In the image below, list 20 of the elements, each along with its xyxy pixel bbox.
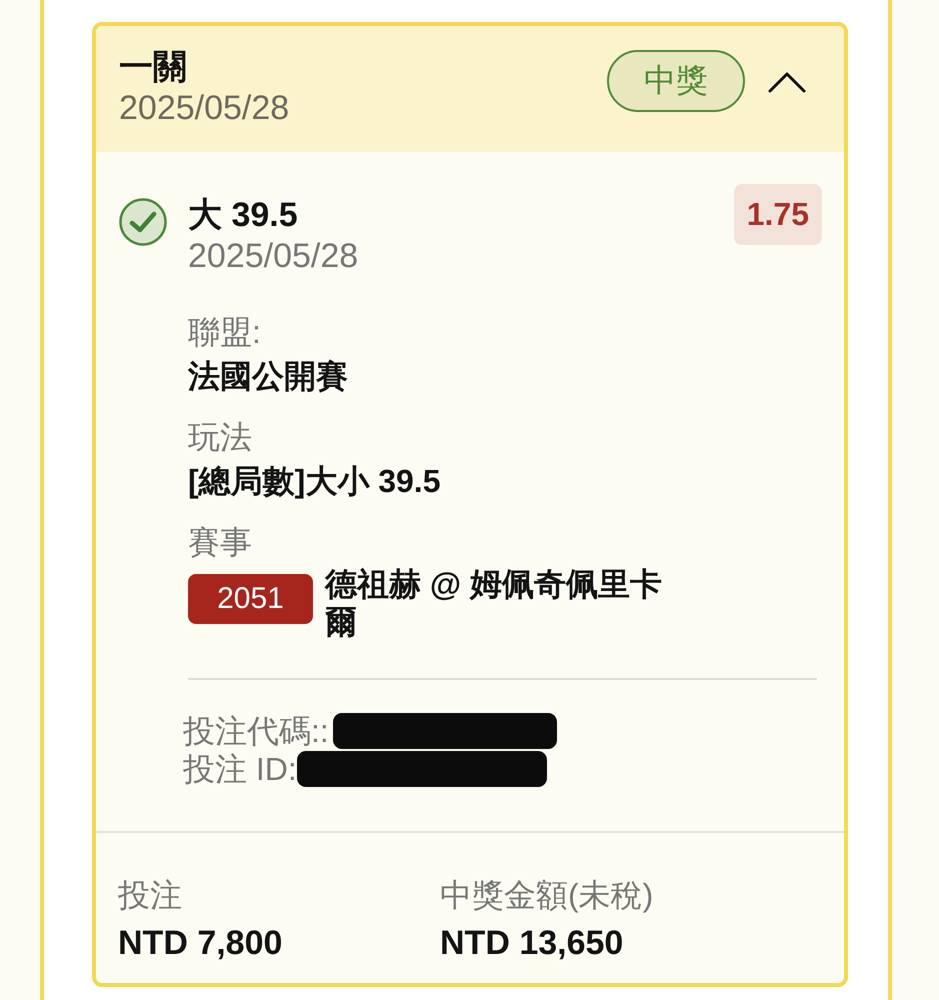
total-label: 中獎金額(未稅) <box>440 876 654 915</box>
field-value: [總局數]大小 39.5 <box>188 462 442 501</box>
field-label: 賽事 <box>188 523 253 562</box>
bet-type-title: 一關 <box>119 47 188 88</box>
field-label: 聯盟: <box>188 313 262 352</box>
match-teams: 德祖赫 @ 姆佩奇佩里卡爾 <box>325 565 663 641</box>
odds-badge: 1.75 <box>734 184 822 245</box>
selection-date: 2025/05/28 <box>188 236 360 276</box>
total-label: 投注 <box>118 876 183 915</box>
status-badge: 中獎 <box>607 50 745 112</box>
selection-title: 大 39.5 <box>188 195 299 236</box>
field-label: 玩法 <box>188 418 253 457</box>
total-amount: NTD 7,800 <box>118 923 284 963</box>
collapse-chevron-icon[interactable] <box>768 71 806 93</box>
total-amount: NTD 13,650 <box>440 923 624 963</box>
field-value: 法國公開賽 <box>188 357 349 396</box>
match-number-badge: 2051 <box>188 574 313 624</box>
bet-date: 2025/05/28 <box>119 88 290 128</box>
reference-label: 投注 ID: <box>183 750 297 788</box>
reference-label: 投注代碼:: <box>183 712 329 750</box>
